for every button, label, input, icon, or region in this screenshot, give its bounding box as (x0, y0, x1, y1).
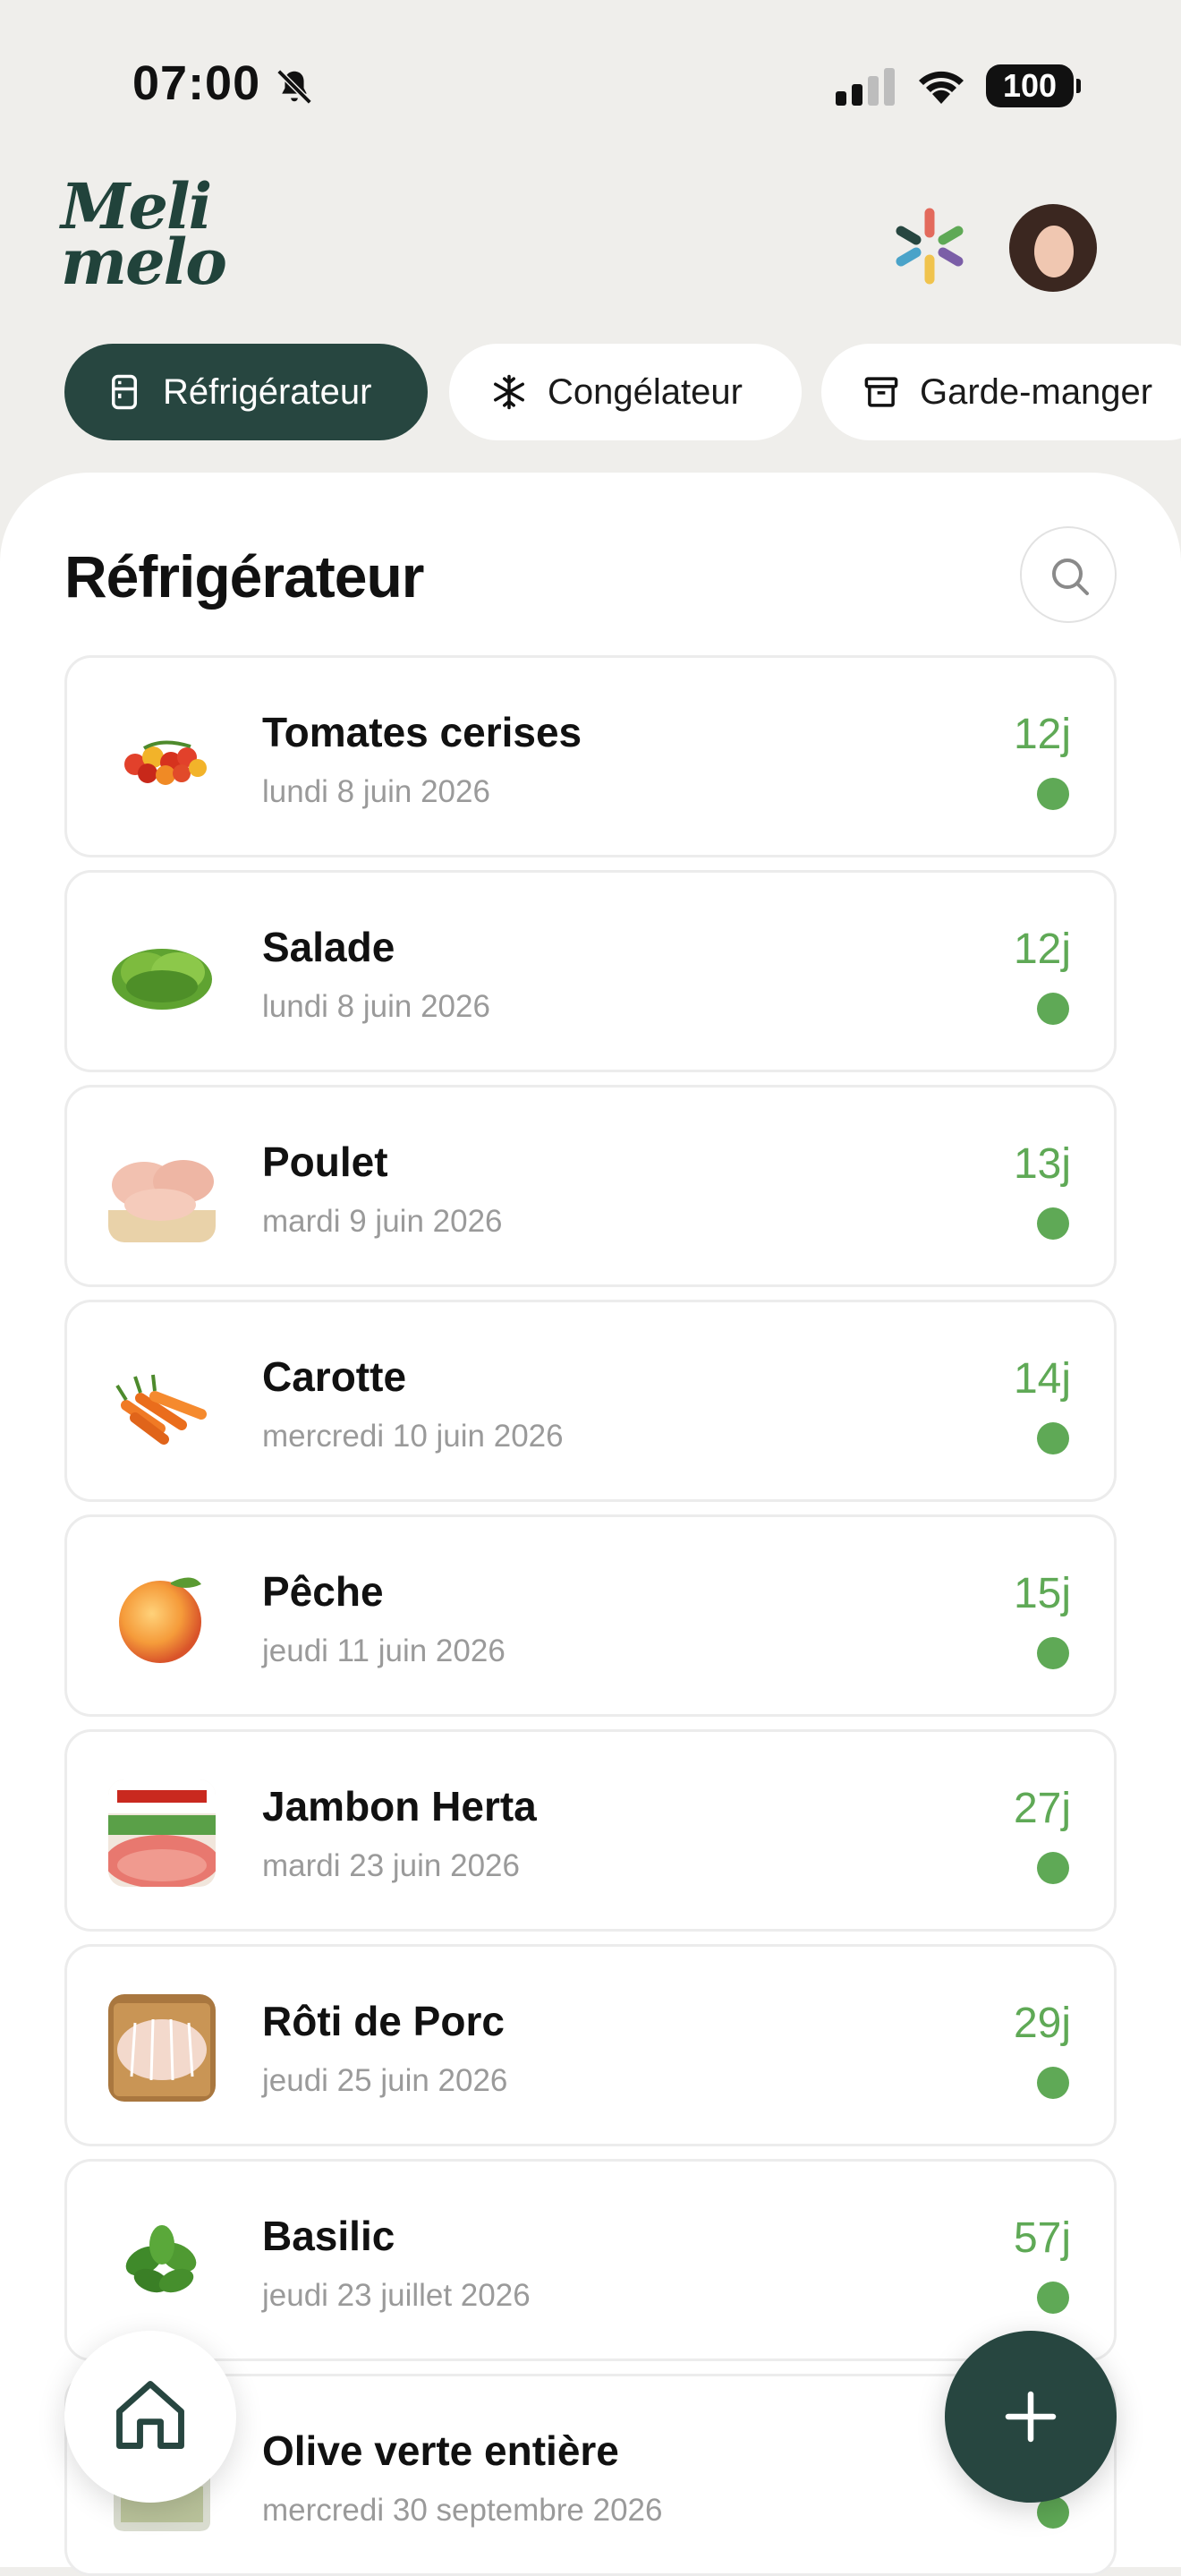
freshness-dot (1037, 1852, 1069, 1884)
item-days-left: 12j (1013, 711, 1071, 758)
item-date: jeudi 11 juin 2026 (262, 1633, 506, 1668)
item-days-left: 29j (1013, 2000, 1071, 2047)
item-name: Carotte (262, 1353, 407, 1400)
app-logo: Meli melo (61, 175, 227, 313)
list-item[interactable]: Basilic jeudi 23 juillet 2026 57j (64, 2159, 1117, 2361)
item-name: Olive verte entière (262, 2427, 619, 2474)
list-item[interactable]: Carotte mercredi 10 juin 2026 14j (64, 1300, 1117, 1502)
freshness-dot (1037, 993, 1069, 1025)
search-button[interactable] (1020, 526, 1117, 623)
item-days-left: 12j (1013, 925, 1071, 973)
list-item[interactable]: Tomates cerises lundi 8 juin 2026 12j (64, 655, 1117, 857)
item-date: mardi 9 juin 2026 (262, 1204, 503, 1239)
home-icon (116, 2381, 184, 2449)
item-days-left: 57j (1013, 2214, 1071, 2262)
home-button[interactable] (64, 2331, 236, 2503)
search-icon (1052, 559, 1089, 595)
item-days-left: 14j (1013, 1355, 1071, 1403)
freshness-dot (1037, 778, 1069, 810)
freshness-dot (1037, 1207, 1069, 1240)
basil-thumbnail (108, 2209, 216, 2316)
freshness-dot (1037, 1637, 1069, 1669)
freshness-dot (1037, 2067, 1069, 2099)
plus-icon (1005, 2391, 1057, 2443)
list-item[interactable]: Salade lundi 8 juin 2026 12j (64, 870, 1117, 1072)
freshness-dot (1037, 2282, 1069, 2314)
item-date: mercredi 10 juin 2026 (262, 1419, 564, 1454)
tab-refrigerator[interactable]: Réfrigérateur (64, 344, 428, 440)
avatar[interactable] (1009, 204, 1097, 292)
snowflake-icon (494, 374, 524, 410)
item-name: Poulet (262, 1139, 388, 1185)
storage-tabs: Réfrigérateur Congélateur Garde-manger (64, 344, 1181, 440)
sparkle-icon[interactable] (891, 206, 968, 286)
item-name: Basilic (262, 2213, 395, 2259)
list-item[interactable]: Rôti de Porc jeudi 25 juin 2026 29j (64, 1944, 1117, 2146)
item-date: mercredi 30 septembre 2026 (262, 2493, 663, 2528)
pork-roast-thumbnail (108, 1994, 216, 2102)
chicken-thumbnail (108, 1135, 216, 1242)
peach-thumbnail (108, 1565, 216, 1672)
item-name: Jambon Herta (262, 1783, 537, 1830)
item-days-left: 13j (1013, 1140, 1071, 1188)
freshness-dot (1037, 1422, 1069, 1454)
wifi-icon (919, 71, 964, 104)
item-name: Rôti de Porc (262, 1998, 505, 2044)
bell-muted-icon (276, 69, 312, 105)
status-time: 07:00 (132, 56, 261, 110)
tab-label: Congélateur (548, 371, 743, 412)
list-item[interactable]: Jambon Herta mardi 23 juin 2026 27j (64, 1729, 1117, 1932)
item-date: lundi 8 juin 2026 (262, 989, 490, 1024)
page-title: Réfrigérateur (64, 543, 424, 610)
item-name: Salade (262, 924, 395, 970)
ham-pack-thumbnail (108, 1779, 216, 1887)
tab-label: Réfrigérateur (163, 371, 372, 412)
carrots-thumbnail (108, 1350, 216, 1457)
archive-box-icon (864, 377, 898, 407)
status-bar: 07:00 100 (0, 0, 1181, 161)
logo-line-2: melo (61, 225, 227, 299)
item-date: lundi 8 juin 2026 (262, 774, 490, 809)
list-item[interactable]: Poulet mardi 9 juin 2026 13j (64, 1085, 1117, 1287)
fridge-icon (112, 374, 137, 410)
add-item-button[interactable] (945, 2331, 1117, 2503)
cherry-tomatoes-thumbnail (108, 705, 216, 813)
item-days-left: 27j (1013, 1785, 1071, 1832)
item-date: jeudi 25 juin 2026 (262, 2063, 508, 2098)
item-date: jeudi 23 juillet 2026 (262, 2278, 531, 2313)
tab-pantry[interactable]: Garde-manger (821, 344, 1181, 440)
item-name: Tomates cerises (262, 709, 582, 755)
item-name: Pêche (262, 1568, 384, 1615)
list-item[interactable]: Pêche jeudi 11 juin 2026 15j (64, 1514, 1117, 1717)
battery-indicator: 100 (986, 64, 1081, 107)
tab-label: Garde-manger (920, 371, 1153, 412)
item-date: mardi 23 juin 2026 (262, 1848, 520, 1883)
tab-freezer[interactable]: Congélateur (449, 344, 802, 440)
item-days-left: 15j (1013, 1570, 1071, 1617)
cellular-signal-icon (836, 68, 895, 106)
lettuce-thumbnail (108, 920, 216, 1028)
